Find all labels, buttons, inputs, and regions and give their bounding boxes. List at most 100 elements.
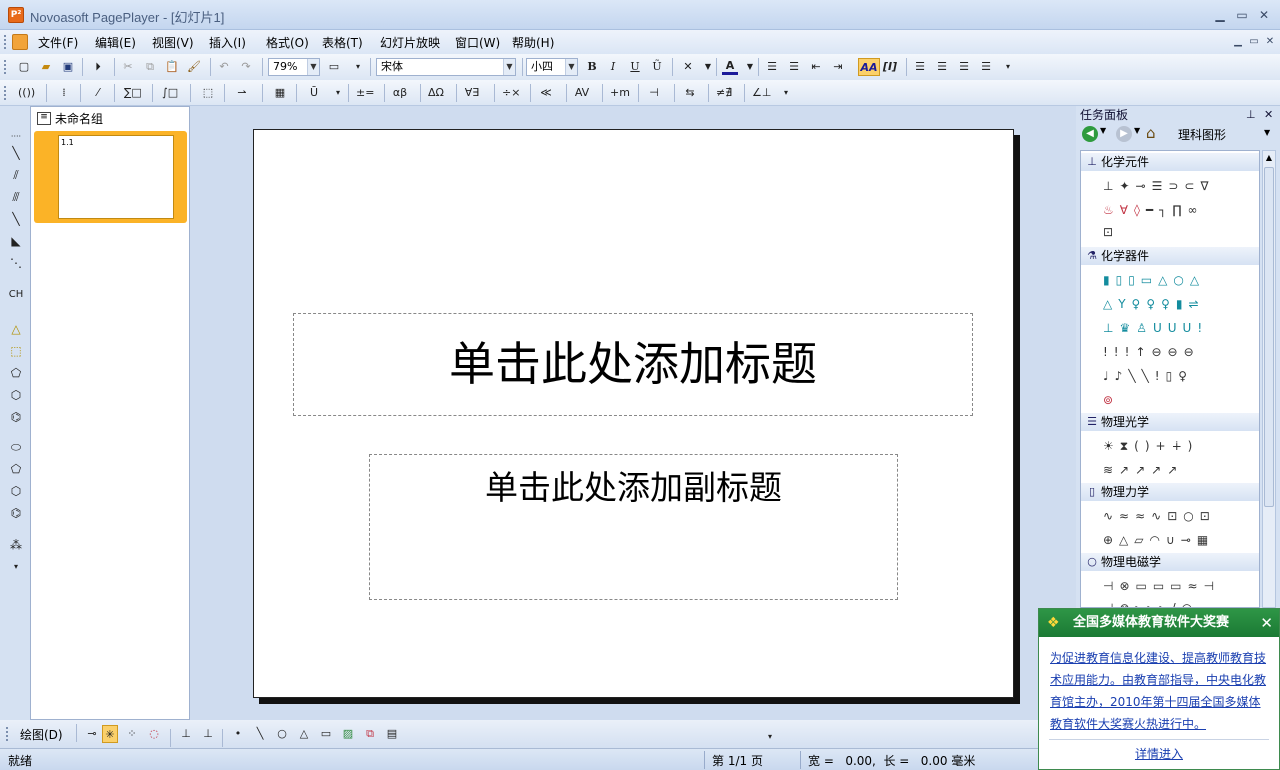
title-placeholder[interactable]: 单击此处添加标题 bbox=[293, 313, 973, 416]
chevron-down-icon[interactable]: ▼ bbox=[1264, 128, 1270, 137]
pentagon-ring-icon[interactable]: ⬠ bbox=[7, 364, 25, 382]
coordinate-tool-icon[interactable]: ⊥ bbox=[200, 725, 216, 743]
chevron-down-icon[interactable]: ▼ bbox=[1134, 126, 1140, 135]
matrix-vertical-button[interactable]: ⁞ bbox=[56, 84, 72, 102]
chevron-down-icon[interactable]: ▼ bbox=[1100, 126, 1106, 135]
popup-body-link[interactable]: 为促进教育信息化建设、提高教师教育技术应用能力。由教育部指导，中央电化教育馆主办… bbox=[1050, 647, 1272, 735]
geometry-button[interactable]: ∠⊥ bbox=[752, 84, 771, 102]
triangle-tool-icon[interactable]: △ bbox=[296, 725, 312, 743]
font-color-button[interactable]: A bbox=[722, 58, 738, 75]
operators-button[interactable]: ÷× bbox=[502, 84, 520, 102]
greek-upper-button[interactable]: ΔΩ bbox=[428, 84, 444, 102]
lasso-tool-icon[interactable]: ◌ bbox=[146, 725, 162, 743]
shape-row[interactable]: ☀⧗()+∔) bbox=[1103, 437, 1198, 455]
units-button[interactable]: +m bbox=[610, 84, 630, 102]
shape-row[interactable]: ⊥✦⊸☰⊃⊂∇ bbox=[1103, 177, 1214, 195]
mdi-restore-icon[interactable]: ▭ bbox=[1246, 35, 1262, 49]
pentagon-icon[interactable]: ⬠ bbox=[7, 460, 25, 478]
integral-button[interactable]: ∫□ bbox=[162, 84, 178, 102]
wedge-tool-icon[interactable]: ◣ bbox=[7, 232, 25, 250]
category-physics-mechanics[interactable]: ▯ 物理力学 bbox=[1081, 483, 1259, 501]
mdi-minimize-icon[interactable]: ▁ bbox=[1230, 35, 1246, 49]
popup-details-link[interactable]: 详情进入 bbox=[1039, 745, 1279, 762]
triple-line-tool-icon[interactable]: ⫻ bbox=[7, 188, 25, 206]
box-arrow-icon[interactable]: ⬚ bbox=[200, 84, 216, 102]
group-tool-icon[interactable]: ⧉ bbox=[362, 725, 378, 743]
slide-thumbnail-selected[interactable]: 1.1 bbox=[34, 131, 187, 223]
shape-row[interactable]: ∿≈≈∿⊡○⊡ bbox=[1103, 507, 1216, 525]
menu-view[interactable]: 视图(V) bbox=[152, 34, 194, 51]
node-tool-icon[interactable]: ⁘ bbox=[124, 725, 140, 743]
shape-row[interactable]: ⊥♛♙UUU! bbox=[1103, 319, 1208, 337]
category-physics-optics[interactable]: ☰ 物理光学 bbox=[1081, 413, 1259, 431]
category-chem-apparatus[interactable]: ⚗ 化学器件 bbox=[1081, 247, 1259, 265]
increase-indent-icon[interactable]: ⇥ bbox=[830, 58, 846, 76]
doc-menu-icon[interactable] bbox=[12, 34, 28, 50]
benzene-icon[interactable]: ⌬ bbox=[7, 504, 25, 522]
cut-icon[interactable]: ✂ bbox=[120, 58, 136, 76]
save-icon[interactable]: ▣ bbox=[60, 58, 76, 76]
menu-edit[interactable]: 编辑(E) bbox=[95, 34, 136, 51]
accents-button[interactable]: AV bbox=[574, 84, 590, 102]
bracket-right-icon[interactable]: ⊣ bbox=[646, 84, 662, 102]
shape-row[interactable]: ⊣⊗▸▸▸/○ bbox=[1103, 599, 1198, 607]
shape-row[interactable]: △Y♀♀♀▮⇌ bbox=[1103, 295, 1205, 313]
slide[interactable]: 单击此处添加标题 单击此处添加副标题 bbox=[253, 129, 1014, 698]
open-folder-icon[interactable]: ▰ bbox=[38, 58, 54, 76]
overbar-icon[interactable]: Ū bbox=[306, 84, 322, 102]
axis-tool-icon[interactable]: ⊥ bbox=[178, 725, 194, 743]
text-effect-button[interactable]: Ũ bbox=[649, 58, 665, 76]
dashed-wedge-tool-icon[interactable]: ⋱ bbox=[7, 254, 25, 272]
pin-tool-icon[interactable]: ⊸ bbox=[84, 725, 100, 743]
toolbar-overflow-icon[interactable]: ▾ bbox=[1000, 58, 1016, 76]
mdi-close-icon[interactable]: ✕ bbox=[1262, 35, 1278, 49]
pin-icon[interactable]: ⊥ bbox=[1246, 106, 1256, 124]
redo-icon[interactable]: ↷ bbox=[238, 58, 254, 76]
slide-group-header[interactable]: ≡ 未命名组 bbox=[31, 107, 189, 131]
double-line-tool-icon[interactable]: ⫽ bbox=[7, 166, 25, 184]
toolbar-overflow-icon[interactable]: ▾ bbox=[778, 84, 794, 102]
greek-lower-button[interactable]: αβ bbox=[392, 84, 408, 102]
undo-icon[interactable]: ↶ bbox=[216, 58, 232, 76]
decrease-indent-icon[interactable]: ⇤ bbox=[808, 58, 824, 76]
parentheses-button[interactable]: (()) bbox=[18, 84, 35, 102]
toolbar-overflow-icon[interactable]: ▾ bbox=[350, 58, 366, 76]
fraction-icon[interactable]: ⁄ bbox=[90, 84, 106, 102]
font-size-select[interactable]: 小四 ▼ bbox=[526, 58, 578, 76]
shape-row[interactable]: ⊕△▱◠∪⊸▦ bbox=[1103, 531, 1214, 549]
minimize-icon[interactable]: ▁ bbox=[1212, 8, 1228, 22]
shape-row[interactable]: !!!↑⊖⊖⊖ bbox=[1103, 343, 1200, 361]
thick-line-tool-icon[interactable]: ╲ bbox=[7, 210, 25, 228]
line-tool-icon[interactable]: ╲ bbox=[7, 144, 25, 162]
shape-row[interactable]: ⊡ bbox=[1103, 223, 1119, 241]
align-center-icon[interactable]: ☰ bbox=[934, 58, 950, 76]
paste-icon[interactable]: 📋 bbox=[164, 58, 180, 76]
underline-button[interactable]: U bbox=[627, 58, 643, 76]
format-painter-icon[interactable]: 🖌 bbox=[186, 58, 202, 76]
align-justify-icon[interactable]: ☰ bbox=[978, 58, 994, 76]
select-tool-icon[interactable]: ✳ bbox=[102, 725, 118, 743]
tools-overflow-icon[interactable]: ▾ bbox=[7, 558, 25, 576]
popup-close-button[interactable]: ✕ bbox=[1260, 609, 1273, 637]
toolbar-overflow-icon[interactable]: ▾ bbox=[762, 732, 778, 742]
draw-menu-button[interactable]: 绘图(D) bbox=[20, 726, 63, 743]
back-icon[interactable]: ◀ bbox=[1082, 126, 1098, 142]
forward-icon[interactable]: ▶ bbox=[1116, 126, 1132, 142]
shape-row[interactable]: ≋↗↗↗↗ bbox=[1103, 461, 1183, 479]
shape-row[interactable]: ♨∀◊━┐∏∞ bbox=[1103, 201, 1203, 219]
logic-symbols-button[interactable]: ∀∃ bbox=[464, 84, 480, 102]
numbered-list-icon[interactable]: ☰ bbox=[764, 58, 780, 76]
copy-icon[interactable]: ⧉ bbox=[142, 58, 158, 76]
hexagon-icon[interactable]: ⬡ bbox=[7, 482, 25, 500]
close-icon[interactable]: ✕ bbox=[1256, 8, 1272, 22]
slide-thumbnail[interactable]: 1.1 bbox=[58, 135, 174, 219]
benzene-ring-icon[interactable]: ⌬ bbox=[7, 408, 25, 426]
shape-row[interactable]: ⊣⊗▭▭▭≈⊣ bbox=[1103, 577, 1220, 595]
plus-minus-button[interactable]: ±= bbox=[356, 84, 374, 102]
page-layout-icon[interactable]: ▭ bbox=[326, 58, 342, 76]
text-orientation-icon[interactable]: ✕ bbox=[680, 58, 696, 76]
hexagon-ring-icon[interactable]: ⬡ bbox=[7, 386, 25, 404]
chevron-down-icon[interactable]: ▼ bbox=[742, 58, 758, 76]
summation-button[interactable]: ∑□ bbox=[124, 84, 142, 102]
font-aa-button[interactable]: AA bbox=[858, 58, 880, 76]
